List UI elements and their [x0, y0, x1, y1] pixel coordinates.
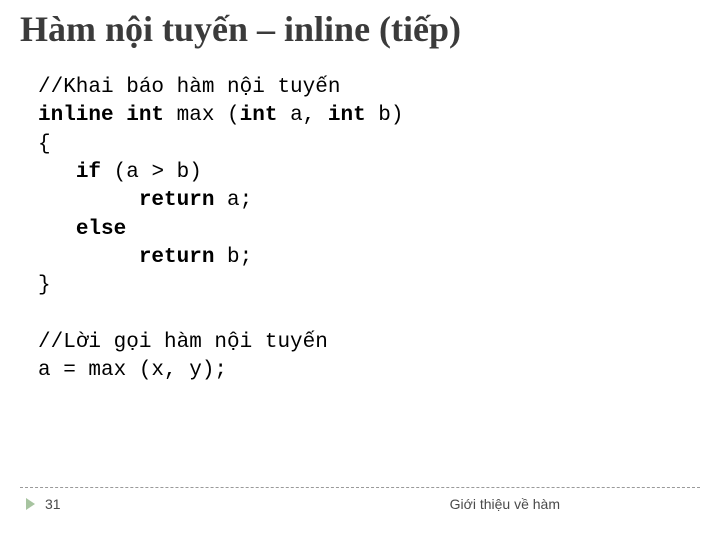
slide: Hàm nội tuyến – inline (tiếp) //Khai báo… [0, 0, 720, 540]
code-keyword: return [139, 246, 215, 269]
code-keyword: else [76, 218, 126, 241]
code-keyword: return [139, 189, 215, 212]
code-indent [38, 218, 76, 241]
code-text: max ( [164, 104, 240, 127]
code-text: a, [277, 104, 327, 127]
code-line: } [38, 274, 51, 297]
code-keyword: int [328, 104, 366, 127]
bullet-icon [26, 498, 35, 510]
code-line: //Lời gọi hàm nội tuyến [38, 331, 328, 354]
code-text: b) [366, 104, 404, 127]
code-text: (a > b) [101, 161, 202, 184]
code-indent [38, 161, 76, 184]
footer: 31 Giới thiệu về hàm [20, 487, 700, 512]
code-block-declaration: //Khai báo hàm nội tuyến inline int max … [38, 74, 700, 301]
slide-title: Hàm nội tuyến – inline (tiếp) [20, 8, 700, 50]
code-text: b; [214, 246, 252, 269]
code-text: a; [214, 189, 252, 212]
code-line: //Khai báo hàm nội tuyến [38, 76, 340, 99]
code-indent [38, 189, 139, 212]
page-number: 31 [45, 496, 61, 512]
code-line: { [38, 133, 51, 156]
code-block-call: //Lời gọi hàm nội tuyến a = max (x, y); [38, 329, 700, 386]
footer-divider [20, 487, 700, 488]
code-keyword: int [240, 104, 278, 127]
code-indent [38, 246, 139, 269]
footer-row: 31 Giới thiệu về hàm [20, 496, 700, 512]
code-keyword: if [76, 161, 101, 184]
footer-text: Giới thiệu về hàm [450, 496, 560, 512]
code-line: a = max (x, y); [38, 359, 227, 382]
code-keyword: inline int [38, 104, 164, 127]
